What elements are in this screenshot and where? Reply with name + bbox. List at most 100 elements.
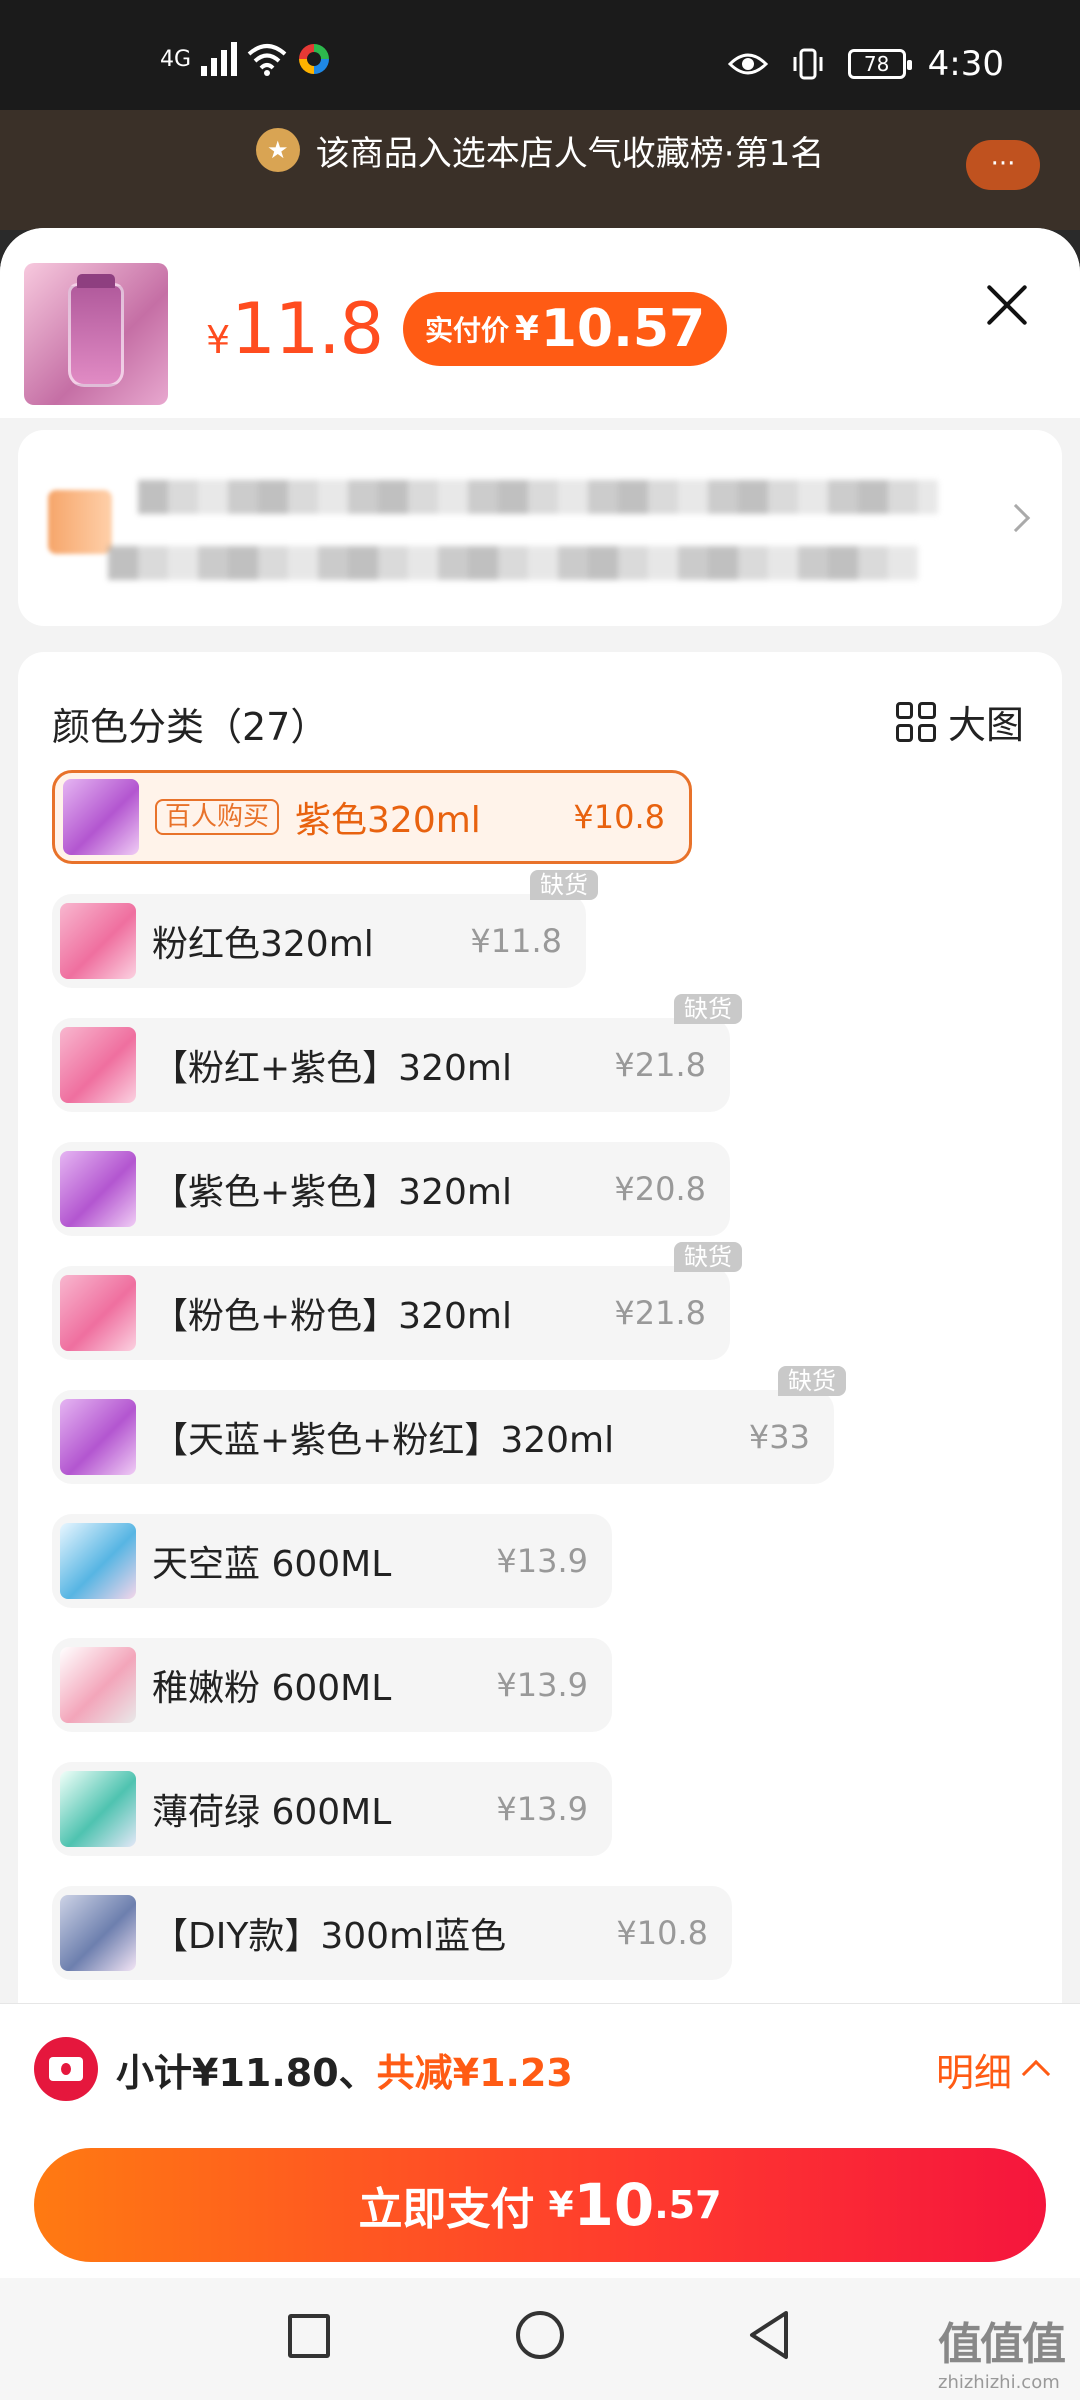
chevron-right-icon bbox=[1001, 503, 1031, 533]
actual-pay-badge: 实付价 ¥ 10.57 bbox=[403, 292, 728, 366]
out-of-stock-badge: 缺货 bbox=[530, 870, 598, 900]
pay-now-amount-dec: .57 bbox=[654, 2183, 722, 2227]
checkout-footer: 小计¥11.80、 共减¥1.23 明细 立即支付 ¥ 10 .57 bbox=[0, 2003, 1080, 2278]
variant-thumbnail bbox=[60, 1399, 136, 1475]
variant-name: 【粉色+粉色】320ml bbox=[152, 1296, 512, 1337]
system-nav-bar: 值值值 zhizhizhi.com bbox=[0, 2278, 1080, 2400]
signal-icon bbox=[201, 42, 238, 76]
price-value: 11.8 bbox=[231, 288, 384, 370]
variant-price: ¥33 bbox=[748, 1418, 810, 1456]
variant-price: ¥10.8 bbox=[573, 798, 665, 836]
watermark: 值值值 zhizhizhi.com bbox=[938, 2308, 1066, 2393]
recents-button[interactable] bbox=[288, 2314, 330, 2358]
back-button[interactable] bbox=[744, 2308, 794, 2362]
variant-option[interactable]: 薄荷绿 600ML ¥13.9 bbox=[52, 1762, 612, 1856]
app-notification-icon bbox=[299, 44, 330, 74]
watermark-text: 值值值 bbox=[938, 2319, 1066, 2370]
variant-option[interactable]: 【天蓝+紫色+粉红】320ml ¥33 缺货 bbox=[52, 1366, 846, 1484]
variant-option[interactable]: 【DIY款】300ml蓝色 ¥10.8 bbox=[52, 1886, 732, 1980]
price-row: ¥ 11.8 实付价 ¥ 10.57 bbox=[206, 288, 728, 370]
coupon-icon bbox=[34, 2037, 98, 2101]
out-of-stock-badge: 缺货 bbox=[674, 1242, 742, 1272]
variant-section-title: 颜色分类（27） bbox=[52, 705, 329, 749]
variant-option[interactable]: 【粉色+粉色】320ml ¥21.8 缺货 bbox=[52, 1242, 742, 1360]
variant-thumbnail bbox=[60, 1027, 136, 1103]
variant-name: 【DIY款】300ml蓝色 bbox=[152, 1916, 507, 1957]
address-card[interactable] bbox=[18, 430, 1062, 626]
sheet-header: ¥ 11.8 实付价 ¥ 10.57 bbox=[0, 228, 1080, 418]
variant-price: ¥21.8 bbox=[614, 1294, 706, 1332]
variant-price: ¥21.8 bbox=[614, 1046, 706, 1084]
status-right: 78 4:30 bbox=[727, 44, 1004, 84]
clock: 4:30 bbox=[927, 44, 1004, 84]
location-icon bbox=[48, 490, 112, 554]
address-redacted-line-1 bbox=[138, 480, 938, 514]
variant-name: 【紫色+紫色】320ml bbox=[152, 1172, 512, 1213]
variant-name: 天空蓝 600ML bbox=[152, 1544, 392, 1585]
variant-option[interactable]: 天空蓝 600ML ¥13.9 bbox=[52, 1514, 612, 1608]
variant-price: ¥10.8 bbox=[616, 1914, 708, 1952]
wifi-icon bbox=[247, 44, 287, 76]
variant-price: ¥13.9 bbox=[496, 1790, 588, 1828]
medal-icon: ★ bbox=[255, 128, 300, 172]
pay-now-currency: ¥ bbox=[548, 2184, 574, 2226]
out-of-stock-badge: 缺货 bbox=[778, 1366, 846, 1396]
variant-thumbnail bbox=[60, 1647, 136, 1723]
hot-tag: 百人购买 bbox=[155, 799, 280, 835]
big-view-label: 大图 bbox=[947, 703, 1024, 747]
ranking-banner: ★ 该商品入选本店人气收藏榜·第1名 bbox=[0, 110, 1080, 190]
battery-level: 78 bbox=[863, 52, 890, 76]
variant-thumbnail bbox=[60, 1771, 136, 1847]
variant-name: 【粉红+紫色】320ml bbox=[152, 1048, 512, 1089]
variant-price: ¥13.9 bbox=[496, 1666, 588, 1704]
variant-option-selected[interactable]: 百人购买 紫色320ml ¥10.8 bbox=[52, 770, 692, 864]
actual-pay-label: 实付价 bbox=[425, 314, 510, 347]
subtotal-text: 小计¥11.80、 bbox=[116, 2050, 377, 2095]
bottle-image bbox=[68, 274, 124, 387]
eye-icon bbox=[727, 53, 768, 75]
variant-price: ¥11.8 bbox=[470, 922, 562, 960]
variant-option[interactable]: 粉红色320ml ¥11.8 缺货 bbox=[52, 870, 598, 988]
variant-name: 粉红色320ml bbox=[152, 924, 374, 965]
variant-thumbnail bbox=[60, 1895, 136, 1971]
variant-option[interactable]: 【紫色+紫色】320ml ¥20.8 bbox=[52, 1142, 730, 1236]
vibrate-icon bbox=[793, 48, 823, 80]
out-of-stock-badge: 缺货 bbox=[674, 994, 742, 1024]
network-label: 4G bbox=[160, 46, 192, 72]
actual-pay-value: 10.57 bbox=[540, 299, 706, 359]
home-button[interactable] bbox=[516, 2311, 564, 2359]
ranking-banner-text: 该商品入选本店人气收藏榜·第1名 bbox=[315, 133, 825, 174]
product-thumbnail[interactable] bbox=[24, 263, 168, 405]
variant-thumbnail bbox=[63, 779, 139, 855]
more-button[interactable]: ··· bbox=[966, 140, 1040, 190]
address-redacted-line-2 bbox=[108, 546, 918, 580]
variant-name: 稚嫩粉 600ML bbox=[152, 1668, 392, 1709]
watermark-url: zhizhizhi.com bbox=[938, 2372, 1060, 2393]
variant-thumbnail bbox=[60, 1523, 136, 1599]
variant-option[interactable]: 稚嫩粉 600ML ¥13.9 bbox=[52, 1638, 612, 1732]
variant-thumbnail bbox=[60, 903, 136, 979]
variant-name: 紫色320ml bbox=[295, 800, 481, 841]
variant-option[interactable]: 【粉红+紫色】320ml ¥21.8 缺货 bbox=[52, 994, 742, 1112]
sku-sheet: ¥ 11.8 实付价 ¥ 10.57 颜色分类（27） 大图 百人购买 紫色32… bbox=[0, 228, 1080, 2400]
pay-now-amount-int: 10 bbox=[573, 2171, 655, 2239]
detail-label: 明细 bbox=[935, 2050, 1012, 2095]
pay-now-label: 立即支付 bbox=[358, 2184, 535, 2235]
variant-name: 【天蓝+紫色+粉红】320ml bbox=[152, 1420, 615, 1461]
pay-now-button[interactable]: 立即支付 ¥ 10 .57 bbox=[34, 2148, 1046, 2262]
big-view-toggle[interactable]: 大图 bbox=[895, 694, 1024, 749]
product-price: ¥ 11.8 bbox=[206, 288, 384, 370]
subtotal-row: 小计¥11.80、 共减¥1.23 明细 bbox=[34, 2034, 1051, 2104]
detail-toggle[interactable]: 明细 bbox=[935, 2042, 1051, 2097]
currency-symbol: ¥ bbox=[206, 318, 230, 362]
status-bar: 4G 78 4:30 bbox=[0, 0, 1080, 110]
variant-price: ¥13.9 bbox=[496, 1542, 588, 1580]
saving-text: 共减¥1.23 bbox=[376, 2050, 573, 2095]
actual-pay-currency: ¥ bbox=[515, 309, 539, 349]
status-left: 4G bbox=[160, 42, 331, 76]
close-icon[interactable] bbox=[982, 280, 1032, 330]
battery-icon: 78 bbox=[847, 49, 912, 79]
chevron-up-icon bbox=[1021, 2059, 1051, 2089]
variant-price: ¥20.8 bbox=[614, 1170, 706, 1208]
variant-thumbnail bbox=[60, 1151, 136, 1227]
